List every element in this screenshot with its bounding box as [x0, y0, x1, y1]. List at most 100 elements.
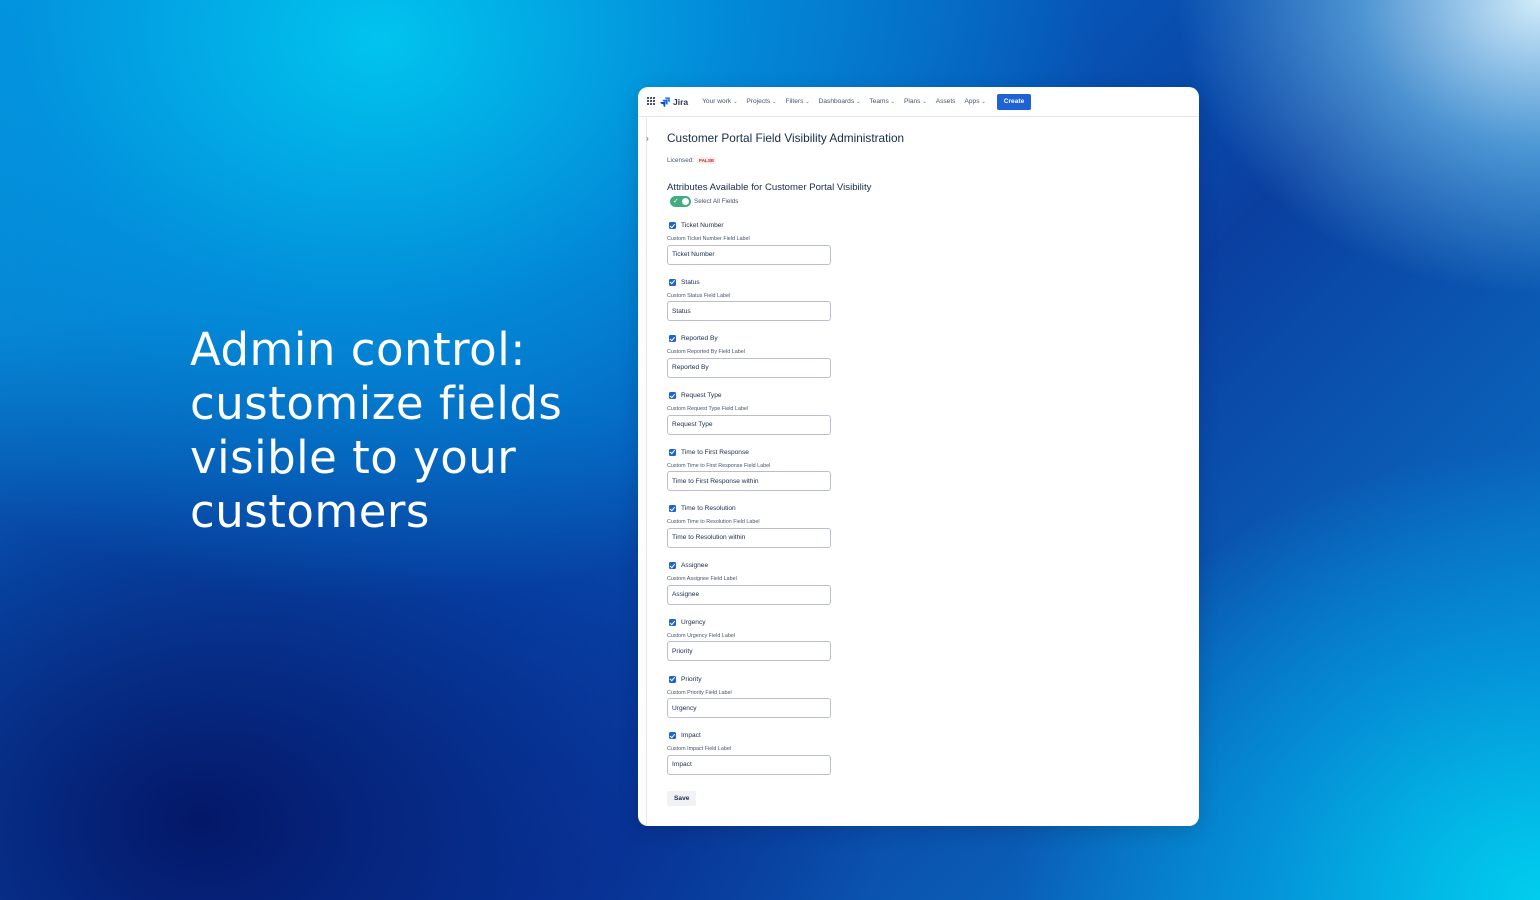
- field-checkbox-row: Priority: [669, 674, 1167, 685]
- field-checkbox-row: Time to Resolution: [669, 503, 1167, 514]
- time-to-resolution-checkbox-label: Time to Resolution: [681, 505, 736, 513]
- priority-checkbox-label: Priority: [681, 675, 702, 683]
- nav-item-label: Assets: [935, 98, 956, 105]
- assignee-label-input[interactable]: [667, 584, 831, 605]
- toggle-knob: [682, 198, 689, 205]
- jira-logo-icon: [660, 96, 670, 107]
- nav-item-projects[interactable]: Projects ⌄: [746, 98, 776, 105]
- status-checkbox[interactable]: [669, 278, 676, 286]
- section-title: Attributes Available for Customer Portal…: [667, 182, 872, 193]
- nav-item-label: Dashboards: [818, 98, 855, 105]
- field-checkbox-row: Request Type: [669, 390, 1167, 401]
- field-checkbox-row: Urgency: [669, 617, 1167, 628]
- field-block-status: Status Custom Status Field Label: [667, 277, 1167, 334]
- chevron-down-icon: ⌄: [733, 98, 738, 105]
- app-window: Jira Your work ⌄ Projects ⌄ Filters ⌄ Dashboar…: [638, 87, 1199, 826]
- request-type-label-input[interactable]: [667, 414, 831, 435]
- field-checkbox-row: Reported By: [669, 333, 1167, 344]
- assignee-checkbox[interactable]: [669, 562, 676, 570]
- time-to-resolution-label-input[interactable]: [667, 527, 831, 548]
- chevron-down-icon: ⌄: [805, 98, 810, 105]
- field-checkbox-row: Status: [669, 277, 1167, 288]
- assignee-checkbox-label: Assignee: [681, 562, 709, 570]
- marketing-headline: Admin control: customize fields visible …: [190, 323, 563, 538]
- chevron-down-icon: ⌄: [856, 98, 861, 105]
- nav-item-label: Plans: [903, 98, 921, 105]
- assignee-field-label: Custom Assignee Field Label: [667, 576, 737, 583]
- jira-logo[interactable]: Jira: [660, 97, 688, 107]
- select-all-toggle[interactable]: ✓: [670, 196, 691, 207]
- nav-item-label: Projects: [746, 98, 771, 105]
- priority-field-label: Custom Priority Field Label: [667, 689, 732, 696]
- field-checkbox-row: Impact: [669, 730, 1167, 741]
- license-status: Licensed: FALSE: [667, 157, 1167, 164]
- app-switcher-grid-icon[interactable]: [647, 97, 656, 106]
- priority-label-input[interactable]: [667, 698, 831, 718]
- chevron-down-icon: ⌄: [772, 98, 777, 105]
- impact-checkbox[interactable]: [669, 732, 676, 740]
- top-navigation: Jira Your work ⌄ Projects ⌄ Filters ⌄ Dashboar…: [638, 87, 1199, 117]
- chevron-down-icon: ⌄: [922, 98, 927, 105]
- ticket-number-field-label: Custom Ticket Number Field Label: [667, 236, 750, 242]
- nav-item-filters[interactable]: Filters ⌄: [785, 98, 809, 105]
- nav-item-label: Your work: [702, 98, 732, 105]
- reported-by-checkbox[interactable]: [669, 335, 676, 343]
- check-icon: ✓: [673, 198, 679, 205]
- status-field-label: Custom Status Field Label: [667, 292, 731, 299]
- priority-checkbox[interactable]: [669, 675, 676, 683]
- field-checkbox-row: Time to First Response: [669, 447, 1167, 458]
- field-block-impact: Impact Custom Impact Field Label: [667, 730, 1167, 787]
- page-title: Customer Portal Field Visibility Adminis…: [667, 131, 905, 145]
- save-button[interactable]: Save: [667, 790, 697, 806]
- field-block-ticket-number: Ticket Number Custom Ticket Number Field …: [667, 220, 1167, 277]
- time-to-first-response-field-label: Custom Time to First Response Field Labe…: [667, 462, 771, 469]
- time-to-resolution-field-label: Custom Time to Resolution Field Label: [667, 519, 760, 526]
- request-type-checkbox-label: Request Type: [681, 392, 722, 400]
- ticket-number-label-input[interactable]: [667, 244, 831, 265]
- jira-logo-text: Jira: [673, 96, 689, 107]
- urgency-checkbox[interactable]: [669, 618, 676, 626]
- expand-sidebar-chevron-icon[interactable]: ›: [643, 134, 652, 143]
- sidebar-rail: [638, 118, 647, 826]
- field-block-reported-by: Reported By Custom Reported By Field Labe…: [667, 333, 1167, 390]
- nav-item-assets[interactable]: Assets: [936, 98, 956, 105]
- licensed-label: Licensed:: [667, 157, 694, 164]
- create-button[interactable]: Create: [996, 93, 1032, 110]
- urgency-label-input[interactable]: [667, 641, 831, 662]
- licensed-status-badge: FALSE: [696, 157, 717, 164]
- reported-by-checkbox-label: Reported By: [681, 335, 718, 343]
- impact-field-label: Custom Impact Field Label: [667, 746, 732, 753]
- impact-checkbox-label: Impact: [681, 732, 701, 740]
- time-to-first-response-checkbox[interactable]: [669, 448, 676, 456]
- nav-item-plans[interactable]: Plans ⌄: [904, 98, 927, 105]
- field-block-urgency: Urgency Custom Urgency Field Label: [667, 617, 1167, 674]
- time-to-resolution-checkbox[interactable]: [669, 505, 676, 513]
- select-all-label: Select All Fields: [694, 198, 739, 205]
- field-block-priority: Priority Custom Priority Field Label: [667, 674, 1167, 731]
- nav-item-label: Apps: [964, 98, 980, 105]
- nav-item-your-work[interactable]: Your work ⌄: [702, 98, 737, 105]
- main-content: Customer Portal Field Visibility Adminis…: [667, 131, 1167, 806]
- nav-item-apps[interactable]: Apps ⌄: [964, 98, 985, 105]
- nav-item-teams[interactable]: Teams ⌄: [869, 98, 895, 105]
- impact-label-input[interactable]: [667, 754, 831, 775]
- time-to-first-response-label-input[interactable]: [667, 471, 831, 492]
- request-type-field-label: Custom Request Type Field Label: [667, 406, 749, 413]
- time-to-first-response-checkbox-label: Time to First Response: [681, 448, 749, 456]
- field-checkbox-row: Ticket Number: [669, 220, 1167, 231]
- urgency-checkbox-label: Urgency: [681, 618, 706, 626]
- field-list: Ticket Number Custom Ticket Number Field …: [667, 220, 1167, 787]
- ticket-number-checkbox[interactable]: [669, 222, 676, 229]
- reported-by-label-input[interactable]: [667, 357, 831, 378]
- select-all-row: ✓ Select All Fields: [670, 196, 1167, 207]
- reported-by-field-label: Custom Reported By Field Label: [667, 349, 745, 356]
- nav-item-label: Filters: [785, 98, 804, 105]
- status-checkbox-label: Status: [681, 278, 700, 286]
- nav-items: Your work ⌄ Projects ⌄ Filters ⌄ Dashboards ⌄ Te…: [702, 98, 995, 105]
- field-checkbox-row: Assignee: [669, 560, 1167, 571]
- nav-item-dashboards[interactable]: Dashboards ⌄: [819, 98, 861, 105]
- request-type-checkbox[interactable]: [669, 392, 676, 400]
- status-label-input[interactable]: [667, 301, 831, 322]
- field-block-request-type: Request Type Custom Request Type Field La…: [667, 390, 1167, 447]
- nav-item-label: Teams: [869, 98, 889, 105]
